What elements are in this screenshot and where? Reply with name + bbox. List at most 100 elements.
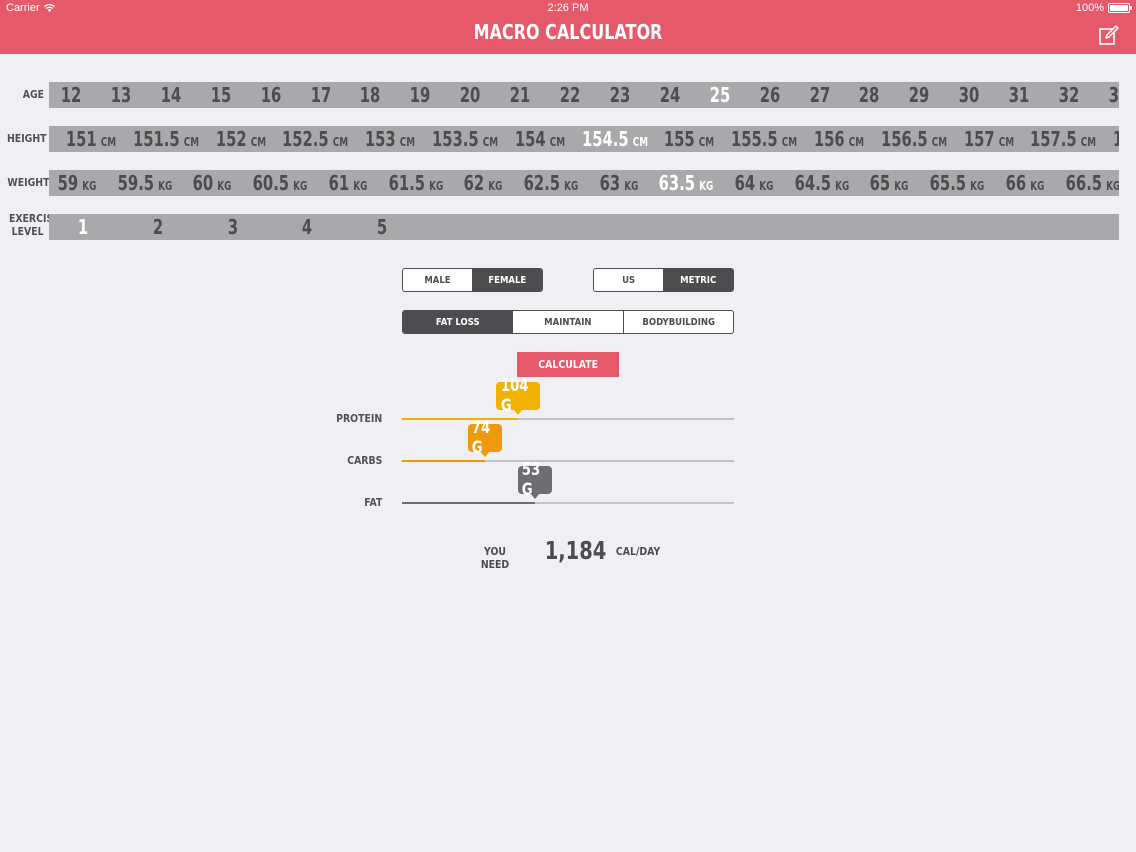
weight-option[interactable]: 63.5 KG [655, 170, 717, 196]
age-option[interactable]: 26 [753, 82, 786, 108]
height-option[interactable]: 155 CM [657, 126, 723, 152]
weight-option-value: 60.5 [252, 171, 290, 195]
age-option[interactable]: 22 [554, 82, 587, 108]
height-option-value: 152.5 [282, 127, 330, 151]
height-option[interactable]: 153.5 CM [432, 126, 498, 152]
age-option[interactable]: 24 [653, 82, 686, 108]
age-option[interactable]: 32 [1053, 82, 1086, 108]
age-option[interactable]: 12 [55, 82, 88, 108]
height-option[interactable]: 154 CM [507, 126, 573, 152]
age-option[interactable]: 33 [1102, 82, 1119, 108]
age-option[interactable]: 19 [404, 82, 437, 108]
height-option-value: 156.5 [880, 127, 928, 151]
height-option-value: 157 [963, 127, 995, 151]
weight-option[interactable]: 64.5 KG [791, 170, 853, 196]
weight-option-unit: KG [759, 179, 774, 193]
height-option[interactable]: 154.5 CM [582, 126, 648, 152]
exercise-option[interactable]: 1 [71, 214, 96, 240]
height-option-value: 151 [65, 127, 97, 151]
goal-option-fat-loss[interactable]: FAT LOSS [403, 311, 514, 333]
exercise-option-value: 5 [377, 215, 388, 239]
height-option-value: 157.5 [1030, 127, 1078, 151]
height-option[interactable]: 151.5 CM [133, 126, 199, 152]
age-option[interactable]: 18 [354, 82, 387, 108]
height-option[interactable]: 151 CM [58, 126, 124, 152]
height-option[interactable]: 156 CM [806, 126, 872, 152]
height-option-unit: CM [998, 135, 1014, 149]
goal-segmented-control[interactable]: FAT LOSS MAINTAIN BODYBUILDING [402, 310, 734, 334]
exercise-option[interactable]: 4 [295, 214, 320, 240]
age-option-value: 17 [310, 83, 331, 107]
weight-option[interactable]: 62.5 KG [520, 170, 582, 196]
exercise-option-value: 1 [77, 215, 89, 239]
age-option[interactable]: 27 [803, 82, 836, 108]
age-option-value: 15 [210, 83, 231, 107]
age-picker[interactable]: 12 13 14 15 16 17 18 19 20 21 22 23 24 25 26 27 28 29 30 31… [49, 82, 1119, 108]
goal-option-maintain[interactable]: MAINTAIN [513, 311, 624, 333]
units-option-us[interactable]: US [594, 269, 664, 291]
weight-option[interactable]: 61 KG [317, 170, 379, 196]
height-option[interactable]: 152 CM [208, 126, 274, 152]
weight-option[interactable]: 59.5 KG [114, 170, 176, 196]
calculate-button[interactable]: CALCULATE [517, 352, 619, 377]
weight-option-value: 59.5 [117, 171, 154, 195]
age-option[interactable]: 29 [903, 82, 936, 108]
units-segmented-control[interactable]: US METRIC [593, 268, 734, 292]
age-option[interactable]: 31 [1003, 82, 1036, 108]
age-option[interactable]: 14 [154, 82, 187, 108]
height-picker[interactable]: 151 CM 151.5 CM 152 CM 152.5 CM 153 CM 153.5 CM 154 C… [49, 126, 1119, 152]
age-option[interactable]: 23 [603, 82, 636, 108]
height-option[interactable]: 157.5 CM [1030, 126, 1096, 152]
age-option-value: 12 [60, 83, 82, 107]
gender-option-male[interactable]: MALE [403, 269, 473, 291]
age-option[interactable]: 16 [254, 82, 287, 108]
age-option-value: 26 [759, 83, 780, 107]
weight-option[interactable]: 65 KG [858, 170, 920, 196]
weight-option[interactable]: 61.5 KG [384, 170, 446, 196]
height-label: HEIGHT [6, 132, 47, 145]
weight-option[interactable]: 65.5 KG [926, 170, 988, 196]
height-option[interactable]: 156.5 CM [881, 126, 947, 152]
weight-option-unit: KG [488, 179, 503, 193]
weight-option-unit: KG [623, 179, 638, 193]
height-option[interactable]: 153 CM [357, 126, 423, 152]
age-option[interactable]: 25 [703, 82, 736, 108]
height-option[interactable]: 158CM [1105, 126, 1119, 152]
exercise-option[interactable]: 3 [220, 214, 245, 240]
weight-option[interactable]: 63 KG [587, 170, 649, 196]
units-option-metric[interactable]: METRIC [664, 269, 733, 291]
age-option[interactable]: 13 [104, 82, 137, 108]
exercise-option[interactable]: 5 [370, 214, 395, 240]
exercise-level-picker[interactable]: 1 2 3 4 5 [49, 214, 1119, 240]
weight-option[interactable]: 59 KG [49, 170, 108, 196]
age-option[interactable]: 30 [953, 82, 986, 108]
weight-picker[interactable]: 59 KG 59.5 KG 60 KG 60.5 KG 61 KG 61.5 KG 62 KG 62.5 KG… [49, 170, 1119, 196]
weight-option-value: 63.5 [658, 171, 696, 195]
goal-option-bodybuilding[interactable]: BODYBUILDING [624, 311, 733, 333]
age-option[interactable]: 20 [454, 82, 487, 108]
compose-icon[interactable] [1098, 24, 1120, 46]
protein-track [402, 418, 734, 420]
weight-option[interactable]: 66 KG [994, 170, 1056, 196]
weight-option[interactable]: 60.5 KG [249, 170, 311, 196]
weight-option[interactable]: 62 KG [452, 170, 514, 196]
height-option[interactable]: 157 CM [956, 126, 1022, 152]
weight-option[interactable]: 60 KG [181, 170, 243, 196]
exercise-option[interactable]: 2 [145, 214, 170, 240]
height-option[interactable]: 155.5 CM [731, 126, 797, 152]
gender-option-female[interactable]: FEMALE [473, 269, 542, 291]
height-option[interactable]: 152.5 CM [282, 126, 348, 152]
age-option[interactable]: 28 [853, 82, 886, 108]
weight-option[interactable]: 66.5 KG [1061, 170, 1119, 196]
gender-segmented-control[interactable]: MALE FEMALE [402, 268, 543, 292]
age-option-value: 31 [1008, 83, 1030, 107]
age-option[interactable]: 17 [304, 82, 337, 108]
carbs-track [402, 460, 734, 462]
height-option-value: 153.5 [431, 127, 479, 151]
age-option[interactable]: 15 [204, 82, 237, 108]
age-option[interactable]: 21 [504, 82, 537, 108]
status-bar: Carrier 2:26 PM 100% [0, 0, 1136, 16]
weight-option[interactable]: 64 KG [723, 170, 785, 196]
protein-fill [402, 418, 519, 420]
age-option-value: 13 [110, 83, 132, 107]
